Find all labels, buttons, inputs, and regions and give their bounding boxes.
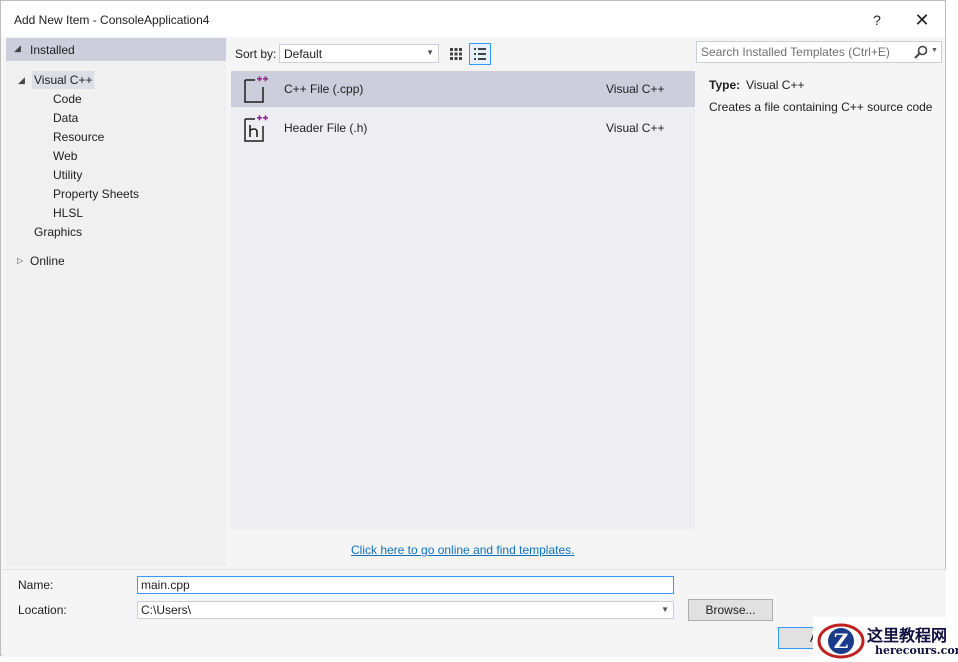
list-item-cpp-file[interactable]: C++ File (.cpp) Visual C++ (231, 71, 695, 107)
online-templates-link[interactable]: Click here to go online and find templat… (351, 543, 574, 557)
svg-text:Z: Z (834, 629, 849, 653)
sort-toolbar: Sort by: Default ▼ (231, 41, 695, 67)
tree-node-resource[interactable]: Resource (53, 128, 104, 146)
type-value: Visual C++ (746, 78, 805, 92)
sort-value: Default (284, 47, 323, 61)
name-label: Name: (18, 578, 54, 592)
search-icon[interactable] (913, 44, 929, 60)
header-file-icon (243, 114, 269, 142)
tree-node-data[interactable]: Data (53, 109, 78, 127)
tree-node-visual-cpp[interactable]: ◢ Visual C++ (18, 71, 95, 89)
tree-node-label: Online (30, 254, 65, 268)
watermark: Z 这里教程网 herecours.com (813, 617, 958, 662)
type-label: Type: (709, 78, 741, 92)
tree-node-code[interactable]: Code (53, 90, 82, 108)
expanded-arrow-icon[interactable]: ◢ (18, 71, 25, 89)
collapsed-arrow-icon[interactable]: ▷ (17, 252, 23, 270)
chevron-down-icon: ▼ (426, 48, 434, 57)
expanded-arrow-icon[interactable]: ◢ (14, 43, 21, 54)
list-view-icon[interactable] (469, 43, 491, 65)
window-title: Add New Item - ConsoleApplication4 (14, 13, 210, 27)
location-value: C:\Users\ (141, 603, 192, 617)
tree-node-property-sheets[interactable]: Property Sheets (53, 185, 139, 203)
name-field[interactable] (137, 576, 674, 594)
tree-node-label: Visual C++ (34, 73, 93, 87)
list-item-header-file[interactable]: Header File (.h) Visual C++ (231, 110, 695, 146)
add-new-item-dialog: Add New Item - ConsoleApplication4 ? ✕ ◢… (0, 0, 946, 657)
help-button[interactable]: ? (865, 9, 889, 31)
cpp-file-icon (243, 75, 269, 103)
watermark-url: herecours.com (875, 644, 958, 657)
chevron-down-icon[interactable]: ▼ (931, 47, 938, 54)
template-list: C++ File (.cpp) Visual C++ Header File (… (231, 71, 695, 529)
grid-view-icon[interactable] (445, 43, 467, 65)
item-language: Visual C++ (606, 121, 665, 135)
tree-node-label: Installed (30, 43, 75, 57)
watermark-logo-icon: Z (815, 620, 867, 660)
sort-label: Sort by: (235, 47, 277, 61)
item-name: C++ File (.cpp) (284, 82, 364, 96)
template-tree: ◢ Installed ◢ Visual C++ Code Data Resou… (6, 38, 226, 566)
tree-node-online[interactable]: ▷ Online (17, 252, 65, 270)
sort-dropdown[interactable]: Default ▼ (279, 44, 439, 63)
tree-node-utility[interactable]: Utility (53, 166, 82, 184)
close-button[interactable]: ✕ (910, 9, 934, 31)
search-field[interactable]: ▼ (696, 41, 942, 63)
tree-node-web[interactable]: Web (53, 147, 77, 165)
item-language: Visual C++ (606, 82, 665, 96)
search-input[interactable] (701, 44, 901, 60)
template-description: Creates a file containing C++ source cod… (709, 100, 933, 114)
watermark-text: 这里教程网 (867, 626, 948, 645)
tree-node-hlsl[interactable]: HLSL (53, 204, 83, 222)
location-label: Location: (18, 603, 67, 617)
location-field[interactable]: C:\Users\ ▼ (137, 601, 674, 619)
tree-node-graphics[interactable]: Graphics (34, 223, 82, 241)
title-bar: Add New Item - ConsoleApplication4 ? ✕ (1, 1, 945, 37)
browse-button[interactable]: Browse... (688, 599, 773, 621)
tree-node-installed[interactable]: ◢ Installed (6, 38, 226, 61)
item-name: Header File (.h) (284, 121, 368, 135)
chevron-down-icon[interactable]: ▼ (661, 605, 669, 614)
